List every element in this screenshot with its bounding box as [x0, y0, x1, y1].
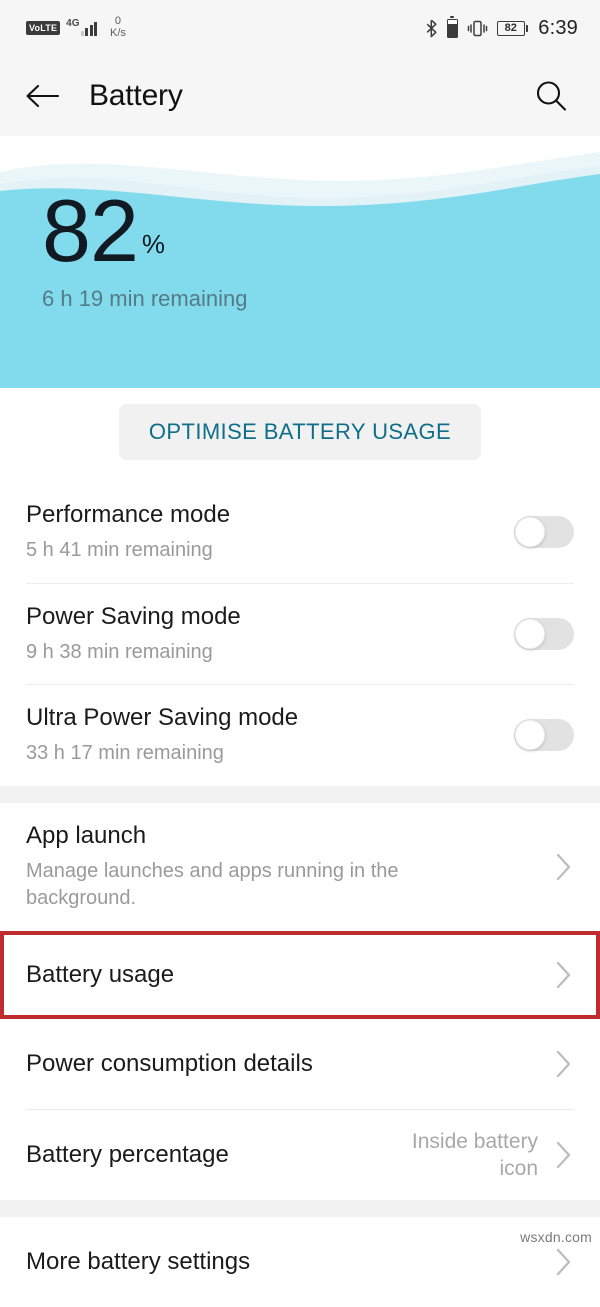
- network-speed-unit: K/s: [110, 27, 126, 39]
- toggle-knob: [515, 618, 545, 649]
- battery-percent-sign: %: [141, 228, 166, 259]
- status-bar: VoLTE 4G 0 K/s 82 6:39: [0, 0, 600, 56]
- row-battery-usage[interactable]: Battery usage: [0, 930, 600, 1019]
- row-ultra-power-saving-mode[interactable]: Ultra Power Saving mode 33 h 17 min rema…: [0, 685, 600, 786]
- back-button[interactable]: [20, 74, 64, 118]
- row-subtitle: Manage launches and apps running in the …: [26, 859, 399, 910]
- battery-modes-section: Performance mode 5 h 41 min remaining Po…: [0, 482, 600, 786]
- status-bar-right: 82 6:39: [425, 17, 578, 40]
- more-settings-section: More battery settings: [0, 1216, 600, 1307]
- toggle-ultra-power-saving-mode[interactable]: [514, 719, 574, 752]
- network-speed-indicator: 0 K/s: [110, 16, 126, 39]
- toggle-power-saving-mode[interactable]: [514, 617, 574, 650]
- chevron-right-icon: [554, 961, 574, 989]
- row-text-block: More battery settings: [26, 1229, 538, 1295]
- battery-percent-number: 82: [42, 181, 139, 280]
- row-battery-percentage[interactable]: Battery percentage Inside battery icon: [0, 1109, 600, 1200]
- row-title: Performance mode: [26, 501, 231, 528]
- section-gap: [0, 785, 600, 803]
- row-power-saving-mode[interactable]: Power Saving mode 9 h 38 min remaining: [0, 583, 600, 685]
- row-subtitle: 5 h 41 min remaining: [26, 539, 213, 561]
- row-text-block: Performance mode 5 h 41 min remaining: [26, 482, 496, 583]
- battery-remaining-text: 6 h 19 min remaining: [42, 285, 248, 311]
- search-icon: [536, 81, 567, 111]
- row-title: Ultra Power Saving mode: [26, 704, 299, 732]
- chevron-right-icon: [554, 1248, 574, 1276]
- network-generation-label: 4G: [66, 18, 80, 29]
- battery-hero-panel: 82 % 6 h 19 min remaining: [0, 136, 600, 388]
- row-subtitle: 33 h 17 min remaining: [26, 742, 224, 765]
- row-text-block: Power Saving mode 9 h 38 min remaining: [26, 584, 496, 685]
- row-title: Power Saving mode: [26, 602, 241, 630]
- status-bar-clock: 6:39: [538, 16, 578, 39]
- battery-status-icon: [446, 18, 458, 38]
- battery-percentage-value: 82: [504, 21, 517, 34]
- chevron-right-icon: [554, 853, 574, 881]
- row-text-block: Power consumption details: [26, 1031, 538, 1097]
- watermark-text: wsxdn.com: [520, 1229, 592, 1245]
- optimise-button-container: OPTIMISE BATTERY USAGE: [0, 388, 600, 482]
- row-title: Battery percentage: [26, 1140, 229, 1168]
- row-text-block: Battery percentage: [26, 1122, 358, 1188]
- chevron-right-icon: [554, 1141, 574, 1169]
- signal-strength-icon: [80, 20, 98, 36]
- volte-icon: VoLTE: [26, 21, 61, 35]
- battery-percentage-indicator: 82: [496, 20, 529, 36]
- row-text-block: App launch Manage launches and apps runn…: [26, 803, 538, 931]
- row-value-battery-percentage: Inside battery icon: [411, 1129, 538, 1180]
- battery-level-block: 82 % 6 h 19 min remaining: [42, 181, 248, 312]
- vibrate-icon: [467, 20, 488, 36]
- optimise-battery-usage-button[interactable]: OPTIMISE BATTERY USAGE: [118, 404, 482, 460]
- status-bar-left: VoLTE 4G 0 K/s: [26, 16, 126, 39]
- row-title: More battery settings: [26, 1247, 251, 1275]
- back-arrow-icon: [26, 84, 59, 108]
- row-title: Power consumption details: [26, 1049, 313, 1077]
- row-subtitle: 9 h 38 min remaining: [26, 640, 213, 663]
- row-app-launch[interactable]: App launch Manage launches and apps runn…: [0, 802, 600, 931]
- bluetooth-icon: [426, 19, 437, 37]
- section-gap: [0, 1199, 600, 1217]
- page-title: Battery: [89, 79, 183, 112]
- row-title: App launch: [26, 821, 147, 849]
- row-title: Battery usage: [26, 960, 175, 988]
- app-bar: Battery: [0, 56, 600, 136]
- row-performance-mode[interactable]: Performance mode 5 h 41 min remaining: [0, 482, 600, 583]
- row-text-block: Ultra Power Saving mode 33 h 17 min rema…: [26, 685, 496, 786]
- toggle-knob: [515, 720, 545, 751]
- row-more-battery-settings[interactable]: More battery settings: [0, 1216, 600, 1307]
- chevron-right-icon: [554, 1050, 574, 1078]
- toggle-performance-mode[interactable]: [514, 516, 574, 549]
- search-button[interactable]: [528, 73, 574, 119]
- toggle-knob: [515, 517, 545, 548]
- battery-links-section: App launch Manage launches and apps runn…: [0, 802, 600, 1200]
- row-text-block: Battery usage: [26, 942, 538, 1008]
- battery-percent-row: 82 %: [42, 181, 247, 280]
- row-power-consumption-details[interactable]: Power consumption details: [0, 1018, 600, 1109]
- battery-settings-screen: VoLTE 4G 0 K/s 82 6:39 Battery 82 % 6 h …: [0, 0, 600, 1307]
